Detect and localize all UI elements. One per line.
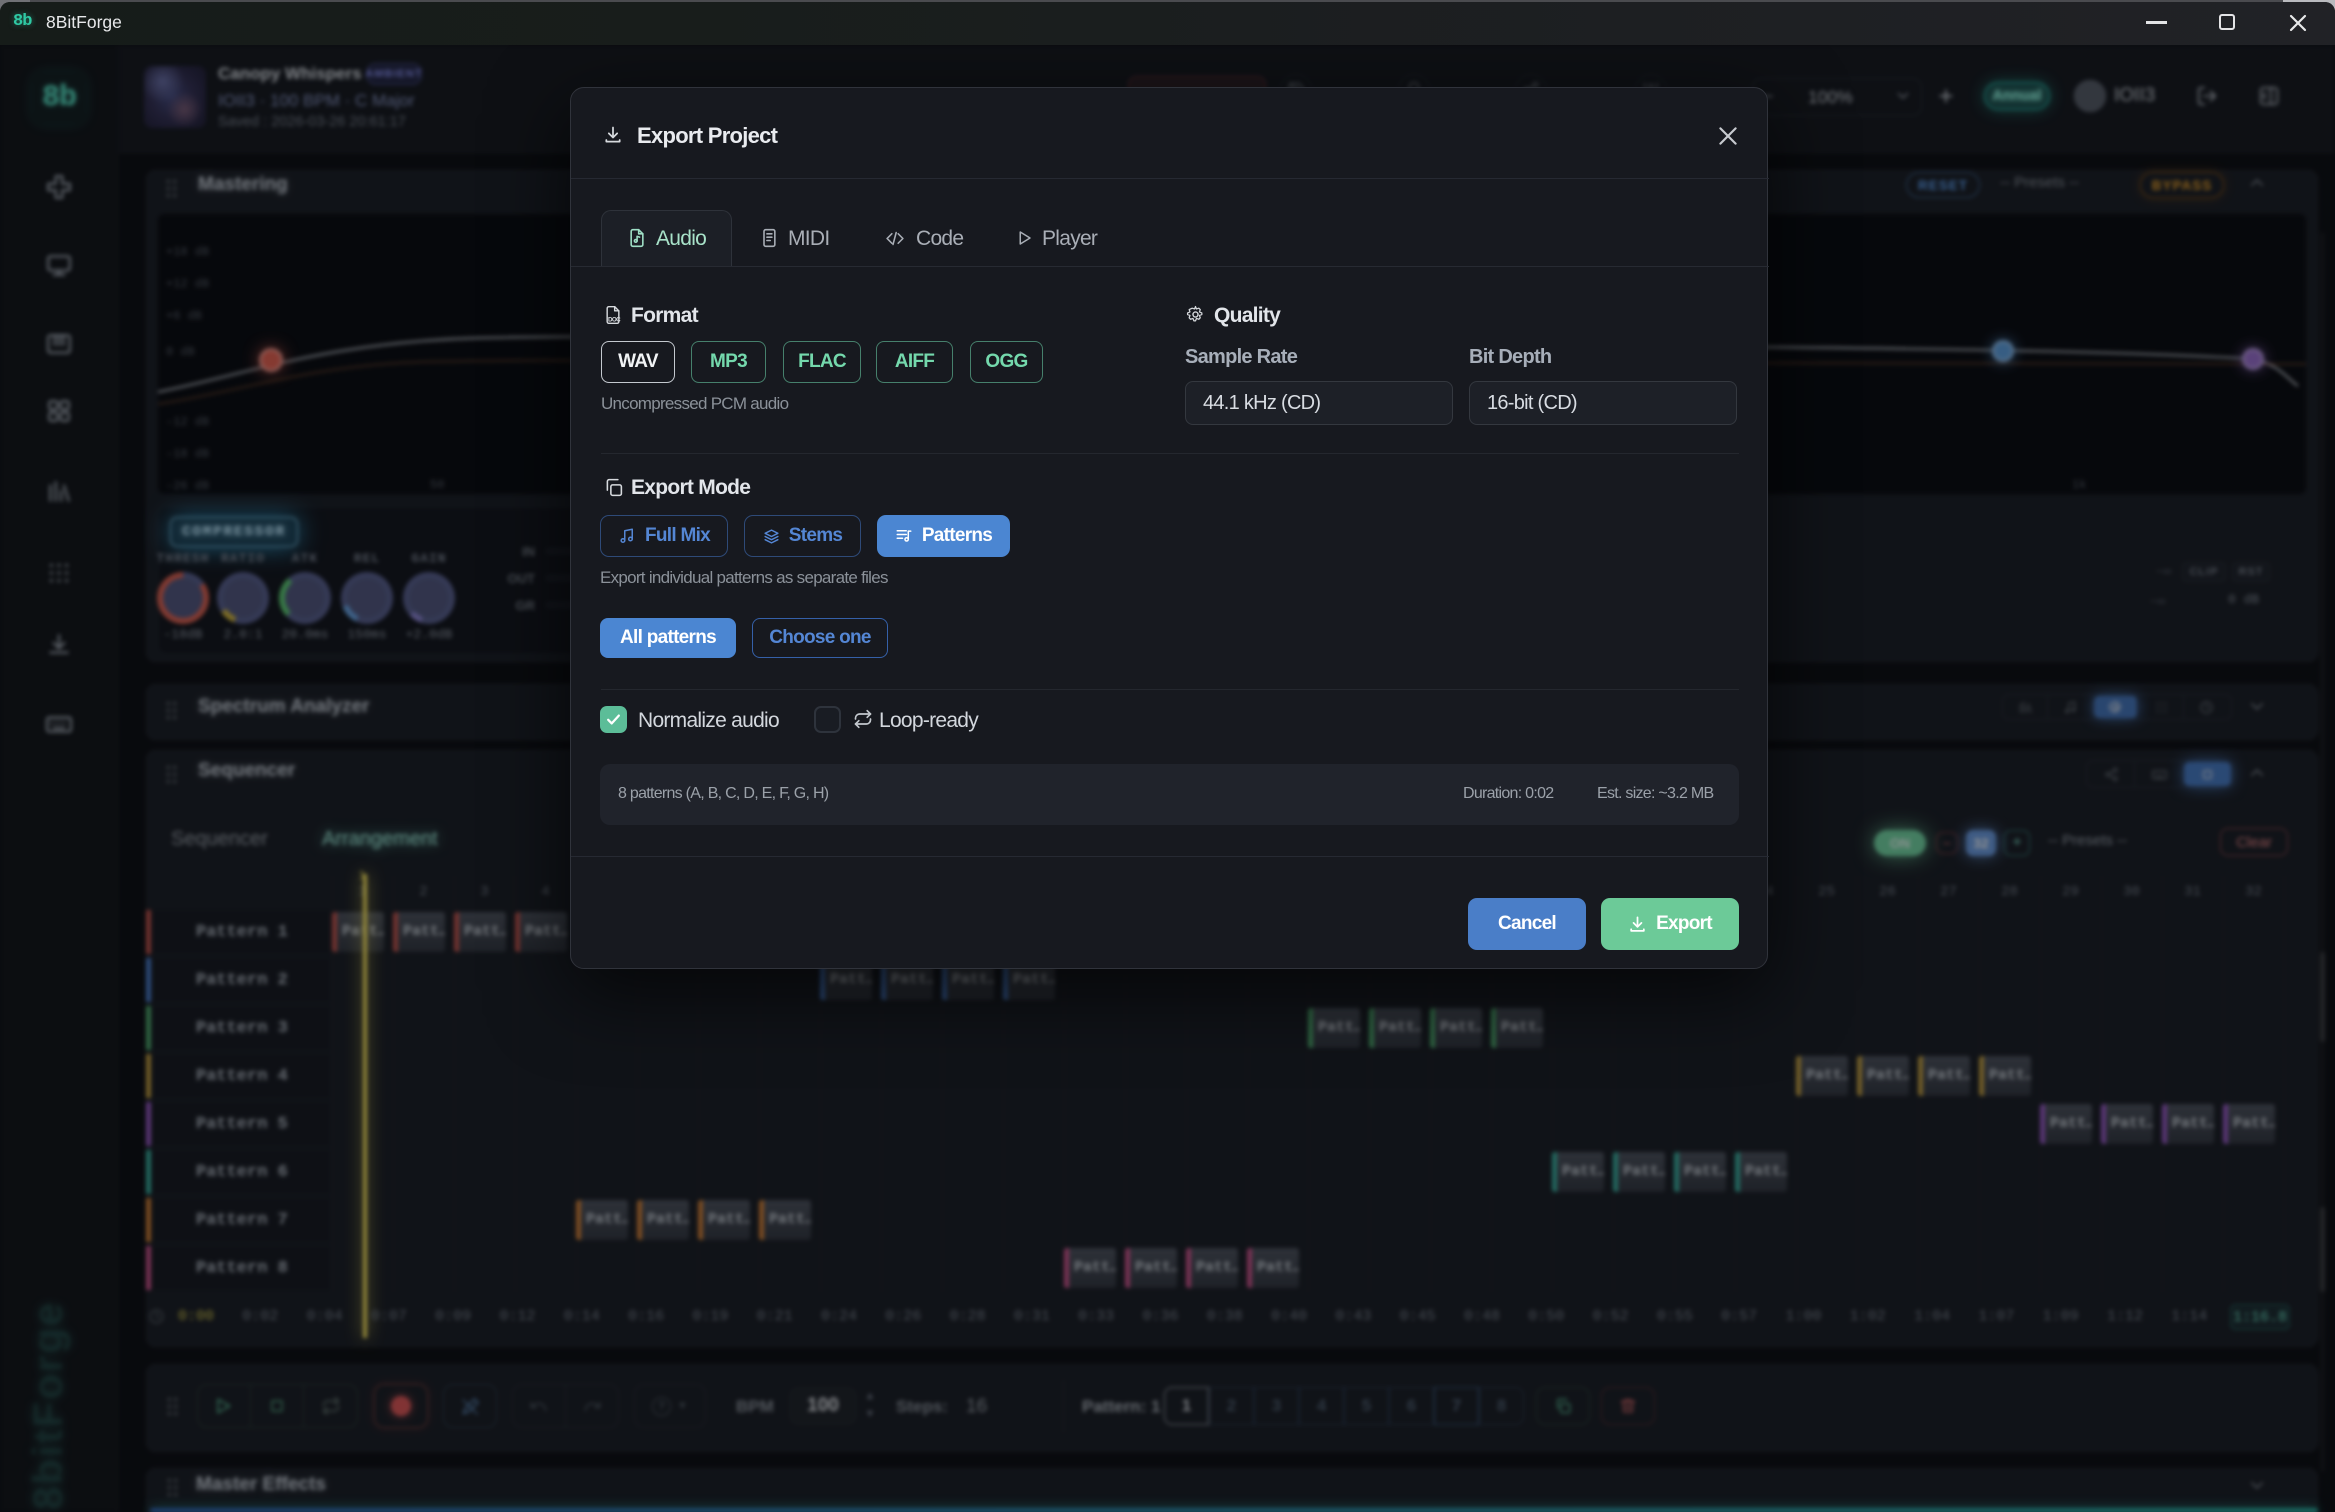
svg-text:DOC: DOC: [608, 317, 621, 324]
